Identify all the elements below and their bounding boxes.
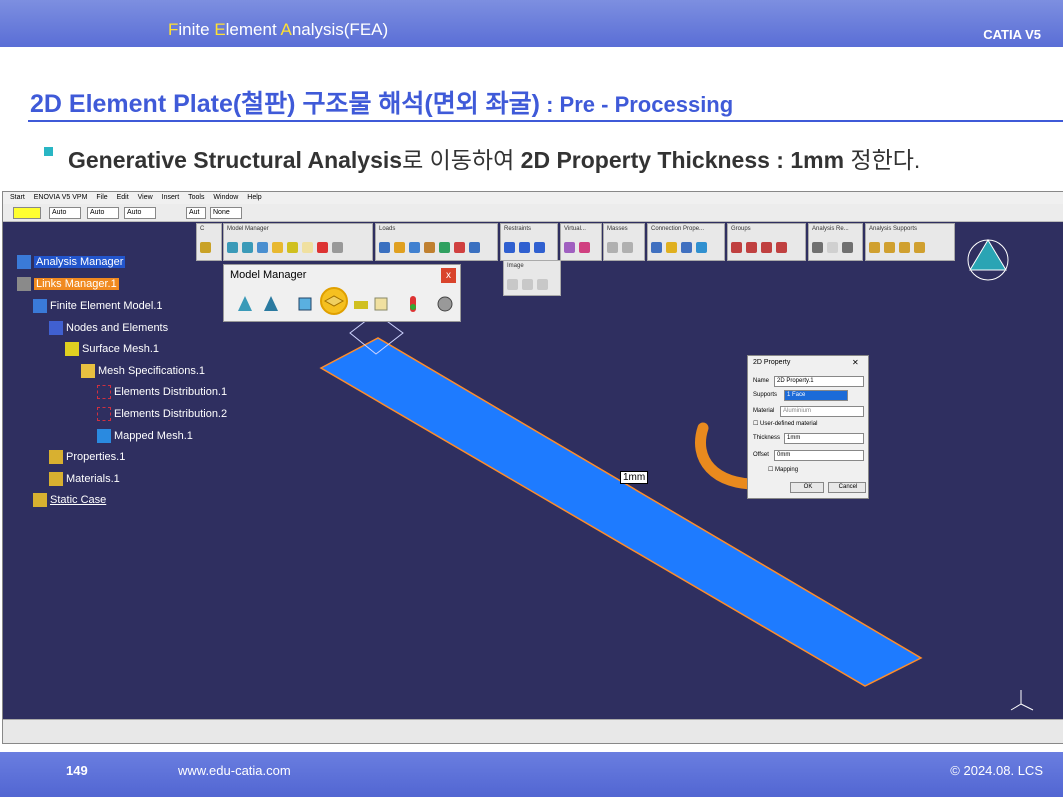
title-letter-e: E	[214, 20, 226, 39]
page-number: 149	[66, 763, 88, 778]
tetra-filler-icon[interactable]	[262, 295, 280, 313]
close-button[interactable]: x	[441, 268, 456, 283]
material-check-icon[interactable]	[404, 295, 422, 313]
compass-icon[interactable]	[967, 239, 1009, 281]
slide-header-band	[0, 0, 1063, 47]
2d-property-dialog: 2D Property ✕ Name 2D Property.1 Support…	[747, 355, 869, 499]
model-manager-toolbar: Model Manager x	[223, 264, 461, 322]
bottom-toolbar	[3, 719, 1063, 743]
footer-url: www.edu-catia.com	[178, 763, 291, 778]
title-letter-f: F	[168, 20, 179, 39]
bullet-square-icon	[44, 147, 53, 156]
title-word-inite: inite	[178, 20, 215, 39]
axis-triad-icon	[1010, 690, 1034, 711]
brand-label: CATIA V5	[983, 27, 1041, 42]
thickness-field[interactable]: 1mm	[784, 433, 864, 444]
offset-label: Offset	[753, 452, 769, 458]
2d-property-icon[interactable]	[320, 287, 348, 315]
title-divider	[28, 120, 1063, 122]
material-field[interactable]: Aluminium	[780, 406, 864, 417]
bullet-plain-1: 로 이동하여	[402, 147, 521, 173]
tetra-mesher-icon[interactable]	[236, 295, 254, 313]
title-letter-a: A	[280, 20, 292, 39]
slide-header-title: Finite Element Analysis(FEA)	[168, 20, 388, 40]
thickness-label: Thickness	[753, 435, 781, 441]
dialog-title: 2D Property	[753, 359, 791, 366]
slide-title-main: 2D Element Plate(철판) 구조물 해석(면외 좌굴)	[30, 90, 540, 118]
title-word-nalysis: nalysis(FEA)	[291, 20, 389, 39]
slide-title-sub: : Pre - Processing	[540, 92, 734, 117]
catia-window: Start ENOVIA V5 VPM File Edit View Inser…	[2, 191, 1063, 744]
mapping-checkbox[interactable]: ☐ Mapping	[768, 466, 798, 473]
name-label: Name	[753, 378, 770, 384]
dialog-close-icon[interactable]: ✕	[852, 358, 859, 367]
bullet-bold-2: 2D Property Thickness : 1mm	[520, 147, 845, 173]
thickness-tag: 1mm	[620, 471, 649, 484]
imported-property-icon[interactable]	[372, 295, 390, 313]
ok-button[interactable]: OK	[790, 482, 824, 493]
offset-field[interactable]: 0mm	[774, 450, 864, 461]
1d-property-icon[interactable]	[352, 295, 370, 313]
user-defined-label: User-defined material	[760, 421, 818, 427]
mapping-label: Mapping	[775, 467, 799, 473]
slide-footer-band	[0, 752, 1063, 797]
material-label: Material	[753, 408, 775, 414]
solid-property-icon[interactable]	[296, 295, 314, 313]
bullet-plain-2: 정한다.	[844, 147, 921, 173]
viewport-geometry	[319, 239, 1034, 711]
footer-copyright: © 2024.08. LCS	[950, 763, 1043, 778]
bullet-bold-1: Generative Structural Analysis	[68, 147, 403, 173]
title-word-lement: lement	[225, 20, 281, 39]
user-defined-checkbox[interactable]: ☐ User-defined material	[753, 420, 817, 427]
slide-title: 2D Element Plate(철판) 구조물 해석(면외 좌굴) : Pre…	[30, 84, 733, 120]
bullet-text: Generative Structural Analysis로 이동하여 2D …	[68, 141, 920, 175]
supports-label: Supports	[753, 392, 778, 398]
supports-field[interactable]: 1 Face	[784, 390, 848, 401]
model-manager-title: Model Manager	[230, 269, 307, 281]
model-manager-icons	[224, 287, 460, 321]
user-material-icon[interactable]	[436, 295, 454, 313]
cancel-button[interactable]: Cancel	[828, 482, 866, 493]
name-field[interactable]: 2D Property.1	[774, 376, 864, 387]
